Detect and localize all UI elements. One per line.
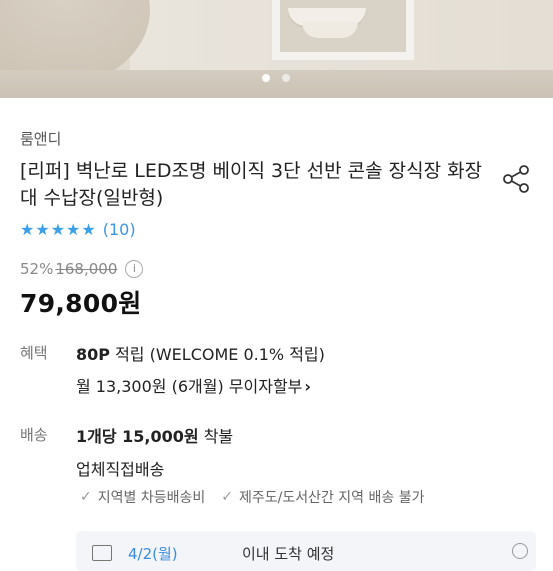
carousel-dot-active[interactable] bbox=[262, 74, 270, 82]
rating[interactable]: ★ ★ ★ ★ ★ (10) bbox=[20, 220, 136, 239]
sale-price: 79,800원 bbox=[20, 289, 142, 318]
star-icon: ★ bbox=[35, 220, 50, 239]
carousel-dot[interactable] bbox=[282, 74, 290, 82]
points-amount: 80P bbox=[76, 345, 110, 364]
discount-line: 52% 168,000 i bbox=[20, 260, 144, 278]
check-icon: ✓ bbox=[221, 489, 233, 505]
shipping-method: 업체직접배송 bbox=[76, 460, 165, 479]
info-icon[interactable]: i bbox=[125, 260, 144, 278]
shipping-note: 제주도/도서산간 지역 배송 불가 bbox=[238, 490, 425, 506]
shipping-fee-suffix: 착불 bbox=[198, 427, 234, 446]
shipping-fee: 1개당 15,000원 bbox=[76, 427, 199, 446]
share-icon bbox=[503, 165, 529, 193]
product-title: [리퍼] 벽난로 LED조명 베이직 3단 선반 콘솔 장식장 화장대 수납장(… bbox=[20, 160, 483, 209]
star-icon: ★ bbox=[81, 220, 96, 239]
star-icon: ★ bbox=[50, 220, 66, 239]
share-button[interactable] bbox=[499, 161, 535, 197]
installment-text: 월 13,300원 (6개월) 무이자할부 bbox=[76, 377, 303, 396]
star-icon: ★ bbox=[66, 220, 81, 239]
points-text: 적립 (WELCOME 0.1% 적립) bbox=[110, 345, 325, 364]
box-icon bbox=[92, 545, 112, 561]
shipping-label: 배송 bbox=[20, 426, 48, 444]
benefit-label: 혜택 bbox=[20, 344, 48, 362]
product-image-carousel[interactable] bbox=[0, 0, 553, 98]
check-icon: ✓ bbox=[80, 489, 92, 505]
delivery-estimate-card[interactable]: 4/2(월) 이내 도착 예정 bbox=[76, 531, 536, 571]
shipping-fee-line: 1개당 15,000원 착불 bbox=[76, 423, 233, 447]
carousel-floor bbox=[0, 70, 553, 98]
points-line: 80P 적립 (WELCOME 0.1% 적립) bbox=[76, 341, 325, 365]
star-icon: ★ bbox=[20, 220, 35, 239]
installment-link[interactable]: 월 13,300원 (6개월) 무이자할부 › bbox=[76, 373, 311, 397]
brand-name[interactable]: 룸앤디 bbox=[20, 128, 61, 149]
carousel-bowl bbox=[302, 22, 358, 38]
original-price: 168,000 bbox=[55, 260, 118, 278]
delivery-date: 4/2(월) bbox=[128, 545, 178, 563]
delivery-text: 이내 도착 예정 bbox=[242, 545, 335, 563]
info-icon[interactable] bbox=[512, 543, 528, 559]
discount-rate: 52% bbox=[20, 260, 54, 278]
chevron-right-icon: › bbox=[304, 377, 311, 396]
review-count[interactable]: (10) bbox=[103, 220, 136, 239]
shipping-note: 지역별 차등배송비 bbox=[97, 490, 206, 506]
shipping-notes: ✓ 지역별 차등배송비 ✓ 제주도/도서산간 지역 배송 불가 bbox=[80, 487, 424, 507]
